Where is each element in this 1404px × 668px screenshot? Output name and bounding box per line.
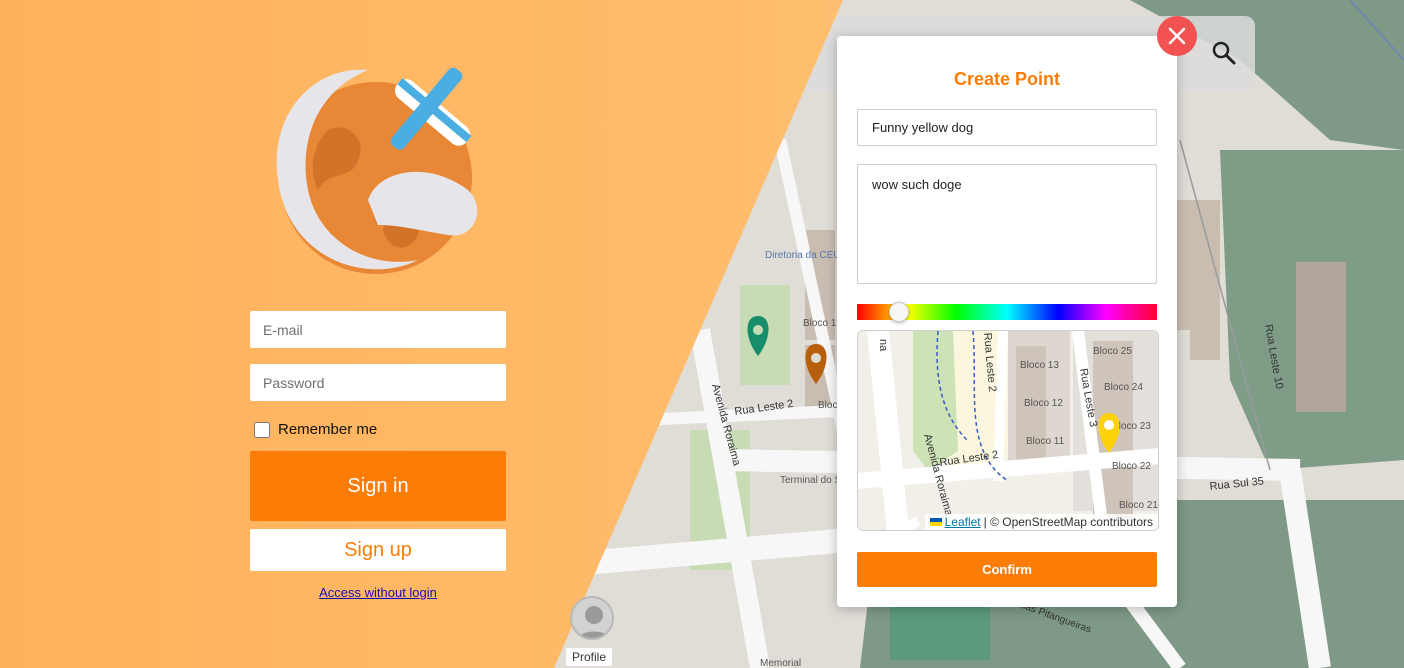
leaflet-link[interactable]: Leaflet	[945, 515, 981, 529]
point-description-input[interactable]: wow such doge	[857, 164, 1157, 284]
mini-map-label-bloco-13: Bloco 13	[1020, 360, 1059, 371]
map-label-memorial: Memorial	[760, 658, 801, 668]
color-slider[interactable]	[857, 302, 1157, 322]
mini-map-label-bloco-12: Bloco 12	[1024, 398, 1063, 409]
confirm-button[interactable]: Confirm	[857, 552, 1157, 587]
remember-me-label: Remember me	[278, 421, 378, 438]
map-label-diretoria: Diretoria da CEU	[765, 250, 841, 261]
mini-map-label-bloco-21: Bloco 21	[1119, 500, 1158, 511]
user-icon	[570, 596, 614, 640]
ukraine-flag-icon	[929, 518, 942, 526]
sign-in-button[interactable]: Sign in	[250, 451, 506, 521]
color-slider-thumb[interactable]	[889, 302, 909, 322]
remember-me[interactable]: Remember me	[254, 421, 377, 438]
location-mini-map[interactable]: na Rua Leste 2 Rua Leste 3 Avenida Rorai…	[857, 330, 1159, 531]
point-name-input[interactable]	[857, 109, 1157, 146]
profile-label: Profile	[566, 648, 613, 666]
map-attribution: Leaflet | © OpenStreetMap contributors	[924, 514, 1158, 530]
globe-plane-logo	[276, 67, 478, 274]
sign-up-button[interactable]: Sign up	[250, 529, 506, 571]
mini-map-label-bloco-22: Bloco 22	[1112, 461, 1151, 472]
search-icon[interactable]	[1211, 40, 1237, 66]
mini-map-label-bloco-25: Bloco 25	[1093, 346, 1132, 357]
close-icon	[1168, 27, 1186, 45]
email-field[interactable]	[250, 311, 506, 348]
profile-button[interactable]: Profile	[562, 590, 618, 668]
mini-map-label-cut: na	[877, 339, 889, 352]
osm-attribution: | © OpenStreetMap contributors	[983, 515, 1153, 529]
password-field[interactable]	[250, 364, 506, 401]
close-modal-button[interactable]	[1157, 16, 1197, 56]
remember-me-checkbox[interactable]	[254, 421, 270, 438]
mini-map-label-bloco-11: Bloco 11	[1026, 436, 1065, 447]
modal-title: Create Point	[953, 69, 1061, 89]
create-point-modal: Create Point wow such doge na Rua Leste …	[837, 36, 1177, 607]
mini-map-label-bloco-24: Bloco 24	[1104, 382, 1143, 393]
access-without-login-link[interactable]: Access without login	[250, 585, 506, 600]
